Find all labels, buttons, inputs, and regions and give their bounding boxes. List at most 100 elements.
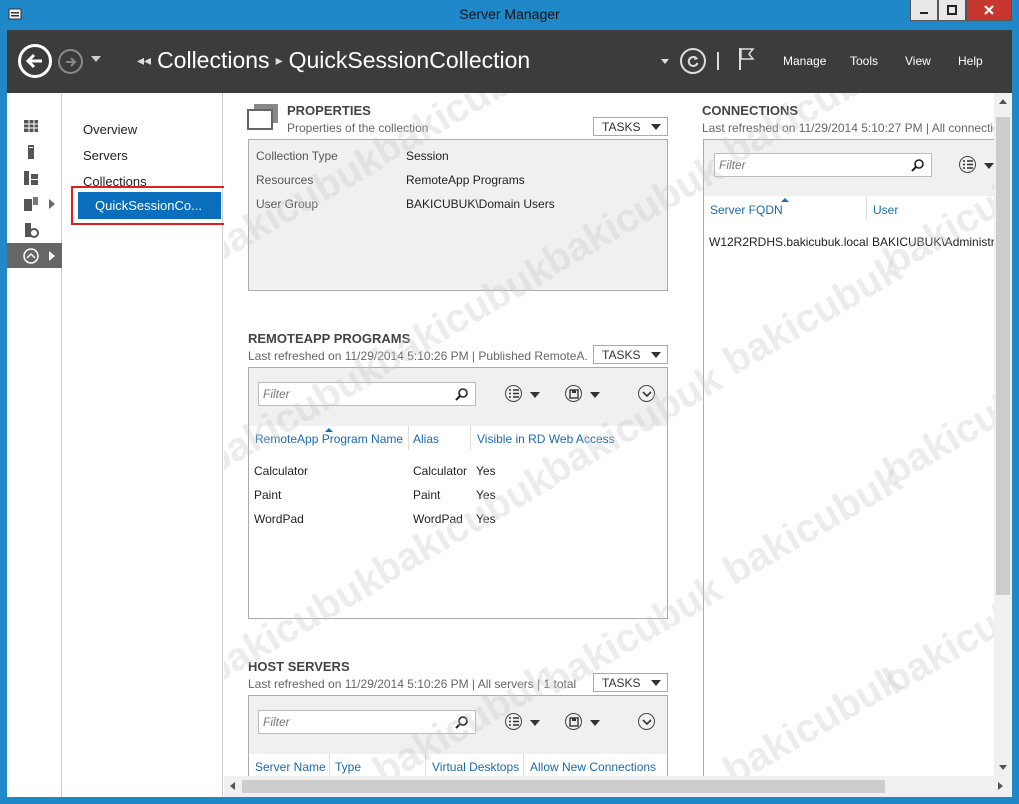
column-header[interactable]: Type [335, 760, 361, 774]
menu-manage[interactable]: Manage [783, 54, 826, 68]
table-cell[interactable]: Paint [254, 488, 281, 502]
refresh-button[interactable] [680, 48, 706, 74]
maximize-button[interactable] [938, 0, 966, 21]
nav-servers[interactable]: Servers [83, 148, 128, 163]
list-icon [962, 160, 973, 169]
breadcrumb-quicksessioncollection[interactable]: QuickSessionCollection [289, 47, 531, 74]
column-header[interactable]: Visible in RD Web Access [477, 432, 615, 446]
column-header[interactable]: Alias [413, 432, 439, 446]
vertical-scrollbar[interactable] [994, 93, 1012, 776]
list-options-dropdown-icon[interactable] [984, 163, 994, 169]
property-value: RemoteApp Programs [406, 173, 525, 187]
forward-arrow-icon [65, 56, 76, 67]
table-cell[interactable]: Calculator [413, 464, 467, 478]
table-cell[interactable]: Yes [476, 512, 496, 526]
save-icon [568, 716, 579, 727]
scroll-down-icon[interactable] [999, 765, 1007, 770]
scroll-right-icon[interactable] [998, 782, 1003, 790]
table-cell[interactable]: W12R2RDHS.bakicubuk.local [709, 235, 868, 249]
remote-desktop-services-nav-item[interactable] [7, 243, 62, 268]
save-query-dropdown-icon[interactable] [590, 720, 600, 726]
connections-title: CONNECTIONS [702, 103, 799, 118]
column-header[interactable]: RemoteApp Program Name [255, 432, 403, 446]
expand-panel-button[interactable] [638, 713, 655, 730]
horizontal-scroll-thumb[interactable] [242, 780, 885, 793]
menu-tools[interactable]: Tools [850, 54, 878, 68]
column-separator[interactable] [329, 754, 330, 776]
vertical-scroll-thumb[interactable] [996, 117, 1010, 595]
list-icon [508, 717, 519, 726]
close-button[interactable] [966, 0, 1012, 21]
tasks-label: TASKS [602, 348, 641, 362]
dashboard-icon [24, 119, 38, 132]
column-header[interactable]: Server Name [255, 760, 326, 774]
file-storage-nav-item[interactable] [7, 191, 62, 216]
breadcrumb-dropdown-icon[interactable] [661, 59, 669, 64]
list-options-icon[interactable] [505, 385, 522, 402]
expand-arrow-icon[interactable] [49, 251, 55, 261]
dashboard-nav-item[interactable] [7, 113, 62, 138]
breadcrumb-collections[interactable]: Collections [157, 47, 270, 74]
maximize-icon [947, 5, 957, 15]
nav-quicksessioncollection[interactable]: QuickSessionCo... [78, 192, 221, 219]
connections-panel: Filter Server FQDN User W12R2RDHS.bakicu… [703, 139, 994, 776]
save-query-icon[interactable] [565, 713, 582, 730]
column-separator[interactable] [523, 754, 524, 776]
iis-nav-item[interactable] [7, 217, 62, 242]
column-header[interactable]: Allow New Connections [530, 760, 656, 774]
save-query-dropdown-icon[interactable] [590, 392, 600, 398]
properties-tasks-button[interactable]: TASKS [593, 117, 668, 136]
properties-panel: Collection Type Session Resources Remote… [248, 139, 668, 291]
connections-filter-input[interactable]: Filter [714, 153, 932, 177]
table-cell[interactable]: Yes [476, 464, 496, 478]
notifications-flag-icon[interactable] [737, 46, 757, 72]
list-options-icon[interactable] [959, 156, 976, 173]
connections-subtitle: Last refreshed on 11/29/2014 5:10:27 PM … [702, 121, 994, 135]
filter-placeholder: Filter [719, 158, 746, 172]
menu-help[interactable]: Help [958, 54, 983, 68]
host-servers-tasks-button[interactable]: TASKS [593, 673, 668, 692]
table-cell[interactable]: Paint [413, 488, 440, 502]
back-button[interactable] [18, 44, 52, 78]
minimize-button[interactable] [910, 0, 938, 21]
column-header[interactable]: Server FQDN [710, 203, 783, 217]
nav-overview[interactable]: Overview [83, 122, 137, 137]
icon-navigation-bar [7, 93, 62, 797]
forward-button[interactable] [58, 49, 83, 74]
table-cell[interactable]: WordPad [413, 512, 463, 526]
column-separator[interactable] [425, 754, 426, 776]
column-header[interactable]: User [873, 203, 898, 217]
chevron-down-icon [641, 718, 652, 725]
column-separator[interactable] [866, 196, 867, 220]
table-cell[interactable]: Calculator [254, 464, 308, 478]
property-label: User Group [256, 197, 319, 211]
expand-panel-button[interactable] [638, 385, 655, 402]
list-options-icon[interactable] [505, 713, 522, 730]
menu-view[interactable]: View [905, 54, 931, 68]
all-servers-nav-item[interactable] [7, 165, 62, 190]
all-servers-icon [24, 170, 38, 185]
expand-arrow-icon[interactable] [49, 199, 55, 209]
column-separator[interactable] [470, 426, 471, 450]
scroll-up-icon[interactable] [999, 99, 1007, 104]
rds-navigation-pane: Overview Servers Collections QuickSessio… [63, 93, 227, 797]
scroll-left-icon[interactable] [230, 782, 235, 790]
list-options-dropdown-icon[interactable] [530, 392, 540, 398]
host-servers-filter-input[interactable]: Filter [258, 710, 476, 734]
horizontal-scrollbar[interactable] [224, 776, 1012, 797]
remoteapp-filter-input[interactable]: Filter [258, 382, 476, 406]
list-options-dropdown-icon[interactable] [530, 720, 540, 726]
remoteapp-tasks-button[interactable]: TASKS [593, 345, 668, 364]
column-header[interactable]: Virtual Desktops [432, 760, 519, 774]
host-servers-grid: Server Name Type Virtual Desktops Allow … [249, 754, 667, 776]
property-label: Collection Type [256, 149, 338, 163]
save-query-icon[interactable] [565, 385, 582, 402]
window-titlebar: Server Manager [0, 0, 1019, 30]
filter-placeholder: Filter [263, 715, 290, 729]
history-dropdown-icon[interactable] [91, 56, 101, 62]
table-cell[interactable]: Yes [476, 488, 496, 502]
column-separator[interactable] [408, 426, 409, 450]
table-cell[interactable]: BAKICUBUK\Administra [872, 235, 994, 249]
table-cell[interactable]: WordPad [254, 512, 304, 526]
local-server-nav-item[interactable] [7, 139, 62, 164]
